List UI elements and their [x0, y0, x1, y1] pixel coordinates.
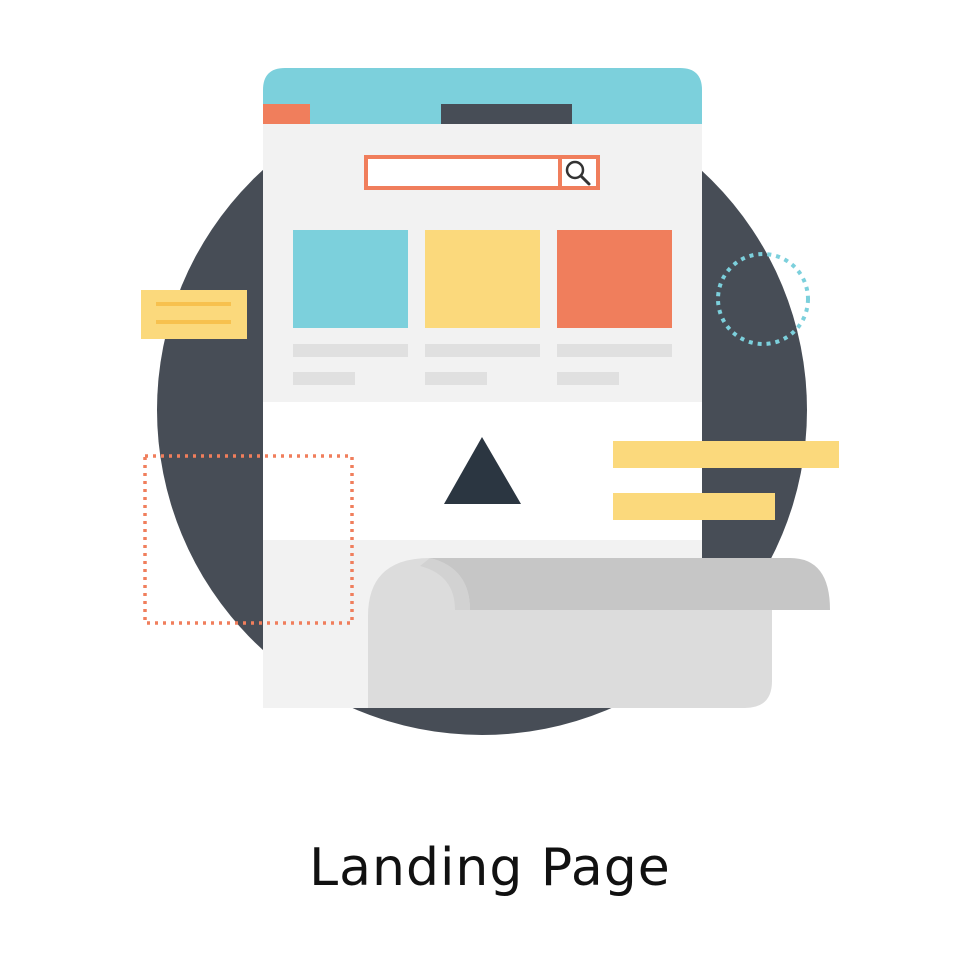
placeholder-line: [293, 344, 408, 357]
search-button[interactable]: [558, 155, 600, 190]
placeholder-line-short: [425, 372, 487, 385]
scroll-roll-back: [430, 558, 830, 610]
landing-page-illustration: [141, 68, 839, 735]
search-input[interactable]: [364, 155, 562, 190]
search-bar[interactable]: [364, 155, 600, 190]
yellow-bar-short: [613, 493, 775, 520]
card-yellow: [425, 230, 540, 328]
placeholder-line: [557, 344, 672, 357]
caption-title: Landing Page: [309, 838, 671, 898]
placeholder-line: [425, 344, 540, 357]
paper-scroll: [368, 558, 830, 708]
yellow-note: [141, 290, 247, 339]
placeholder-line-short: [293, 372, 355, 385]
orange-tab: [263, 104, 310, 124]
placeholder-line-short: [557, 372, 619, 385]
card-orange: [557, 230, 672, 328]
card-blue: [293, 230, 408, 328]
yellow-bar-long: [613, 441, 839, 468]
dark-tab: [441, 104, 572, 124]
